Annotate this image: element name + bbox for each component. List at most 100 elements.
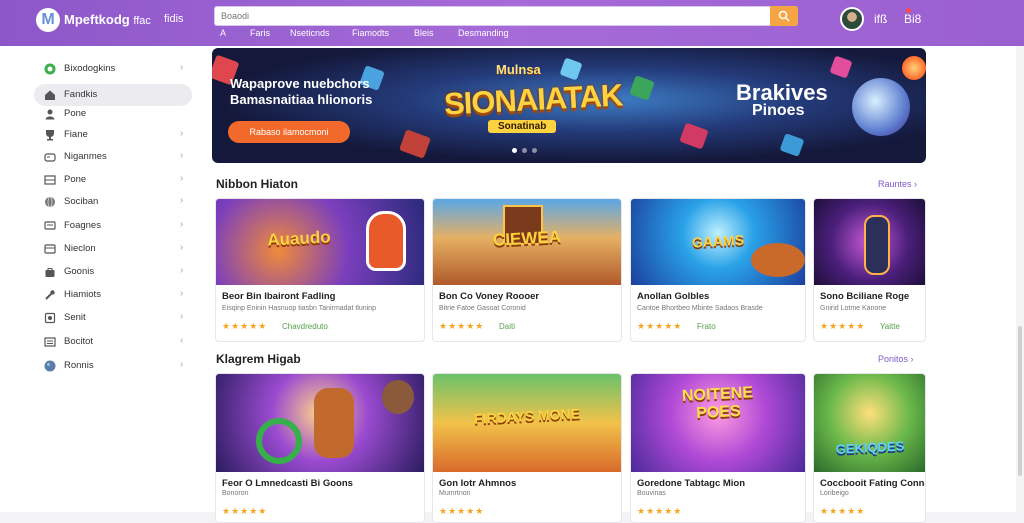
sidebar-item[interactable]: Hiamiots › <box>34 284 192 306</box>
game-title: Goredone Tabtagc Mion <box>637 478 746 489</box>
gem-decoration <box>829 55 853 79</box>
sidebar-item-label: Fiane <box>64 129 88 140</box>
character-art <box>751 243 805 277</box>
star-rating: ★★★★★ <box>222 321 268 331</box>
search-bar <box>214 6 798 26</box>
hero-headline: Wapaprove nuebchors <box>230 76 370 91</box>
sidebar-item[interactable]: Bocitot ‹ <box>34 331 192 353</box>
star-rating: ★★★★★ <box>820 321 866 331</box>
nav-item[interactable]: Fiamodts <box>352 28 389 38</box>
game-card[interactable]: GAAMS Anollan Golbles Cantoe Bhortbeo Mb… <box>630 198 806 342</box>
game-meta: Gnirid Lotme Kanone <box>820 305 887 312</box>
scrollbar[interactable] <box>1016 46 1024 512</box>
game-thumbnail: NOITENE POES <box>631 374 805 472</box>
sidebar-item[interactable]: Ronnis › <box>34 355 192 377</box>
game-card[interactable]: NOITENE POES Goredone Tabtagc Mion Bouvi… <box>630 373 806 523</box>
sidebar-item-label: Pone <box>64 108 87 119</box>
game-thumbnail: CIEWEA <box>433 199 621 285</box>
chevron-right-icon: › <box>180 219 184 230</box>
chevron-right-icon: › <box>180 265 184 276</box>
character-art <box>864 215 890 275</box>
nav-item[interactable]: A <box>220 28 226 38</box>
game-thumbnail: GAAMS <box>631 199 805 285</box>
game-thumbnail <box>216 374 424 472</box>
star-rating: ★★★★★ <box>439 321 485 331</box>
game-card[interactable]: GEKIQDES Coccbooit Fating Conna Loribeig… <box>813 373 926 523</box>
sidebar-item-label: Bocitot <box>64 336 94 347</box>
game-title: Bon Co Voney Roooer <box>439 291 540 302</box>
sidebar-item[interactable]: Senit › <box>34 307 192 329</box>
carousel-dot[interactable] <box>512 148 517 153</box>
game-title: Anollan Golbles <box>637 291 710 302</box>
brand-name[interactable]: Mpeftkodg ffac <box>64 12 151 27</box>
game-card[interactable]: FIRDAYS MONE Gon Iotr Ahmnos Mumrtnon ★★… <box>432 373 622 523</box>
gem-decoration <box>679 122 709 150</box>
nav-item[interactable]: Nseticnds <box>290 28 330 38</box>
sidebar-item-label: Nieclon <box>64 243 96 254</box>
see-all-link[interactable]: Ponitos › <box>878 354 914 364</box>
sidebar-item[interactable]: Pone › <box>34 169 192 191</box>
rating-label: Frato <box>697 322 716 331</box>
scrollbar-thumb[interactable] <box>1018 326 1022 476</box>
trophy-icon <box>46 130 54 141</box>
sidebar-item-label: Goonis <box>64 266 95 277</box>
notifications-label[interactable]: Bi8 <box>904 8 921 26</box>
character-art <box>382 380 414 414</box>
user-menu-label[interactable]: ifß <box>874 12 887 26</box>
sidebar-item-label: Fandkis <box>64 89 98 100</box>
sidebar-item[interactable]: Sociban › <box>34 191 192 213</box>
sidebar-item[interactable]: Bixodogkins › <box>34 58 192 80</box>
chevron-right-icon: › <box>180 359 184 370</box>
game-card[interactable]: CIEWEA Bon Co Voney Roooer Bitrie Fatoe … <box>432 198 622 342</box>
star-rating: ★★★★★ <box>637 321 683 331</box>
sidebar-item-label: Sociban <box>64 196 99 207</box>
sidebar-item[interactable]: Niganmes › <box>34 146 192 168</box>
game-title: Sono Bciliane Roge <box>820 291 910 302</box>
chevron-right-icon: › <box>180 128 184 139</box>
game-card[interactable]: Auaudo Beor Bin Ibairont Fadling Eisqinp… <box>215 198 425 342</box>
sidebar-item[interactable]: Nieclon › <box>34 238 192 260</box>
hero-cta-button[interactable]: Rabaso ilamocmoni <box>228 121 350 143</box>
game-meta: Eisqinp Eninin Hasnuop tiasbn Tanirmadat… <box>222 305 376 312</box>
nav-item[interactable]: Bleis <box>414 28 434 38</box>
chat-icon <box>44 221 56 230</box>
orb-decoration <box>902 56 926 80</box>
chevron-right-icon: › <box>180 311 184 322</box>
nav-item[interactable]: Faris <box>250 28 270 38</box>
chevron-right-icon: › <box>180 62 184 73</box>
sidebar-item-label: Ronnis <box>64 360 94 371</box>
game-meta: Mumrtnon <box>439 490 471 497</box>
game-card[interactable]: Feor O Lmnedcasti Bi Goons Bonoron ★★★★★ <box>215 373 425 523</box>
planet-icon <box>44 360 56 372</box>
carousel-dot[interactable] <box>522 148 527 153</box>
avatar[interactable] <box>840 7 864 31</box>
sidebar-item[interactable]: Goonis › <box>34 261 192 283</box>
rating-label: Chavdreduto <box>282 322 328 331</box>
hero-tag: Sonatinab <box>488 120 557 133</box>
rating-label: Daiti <box>499 322 516 331</box>
chevron-right-icon: › <box>180 288 184 299</box>
character-art <box>366 211 406 271</box>
gamepad-icon <box>44 153 56 162</box>
card-icon <box>44 244 56 254</box>
sidebar-item[interactable]: Pone <box>34 103 192 125</box>
game-thumbnail: GEKIQDES <box>814 374 925 472</box>
sidebar-item[interactable]: Foagnes › <box>34 215 192 237</box>
search-button[interactable] <box>770 6 798 26</box>
tools-icon <box>45 290 55 300</box>
sidebar: Bixodogkins › Fandkis Pone Fiane › Nigan… <box>0 46 204 512</box>
carousel-dot[interactable] <box>532 148 537 153</box>
game-title: Coccbooit Fating Conna <box>820 478 926 489</box>
hero-subheadline: Bamasnaitiaa hlionoris <box>230 92 373 107</box>
game-thumbnail: FIRDAYS MONE <box>433 374 621 472</box>
brand-logo-icon[interactable]: M <box>36 8 60 32</box>
hero-promo-subtitle: Pinoes <box>752 102 805 119</box>
search-input[interactable] <box>221 9 761 23</box>
list-icon <box>44 337 56 347</box>
nav-item[interactable]: Desmanding <box>458 28 509 38</box>
sidebar-item[interactable]: Fiane › <box>34 124 192 146</box>
gem-decoration <box>779 133 805 157</box>
hero-banner[interactable]: Wapaprove nuebchors Bamasnaitiaa hlionor… <box>212 48 926 163</box>
see-all-link[interactable]: Rauntes › <box>878 179 917 189</box>
game-card[interactable]: Sono Bciliane Roge Gnirid Lotme Kanone ★… <box>813 198 926 342</box>
